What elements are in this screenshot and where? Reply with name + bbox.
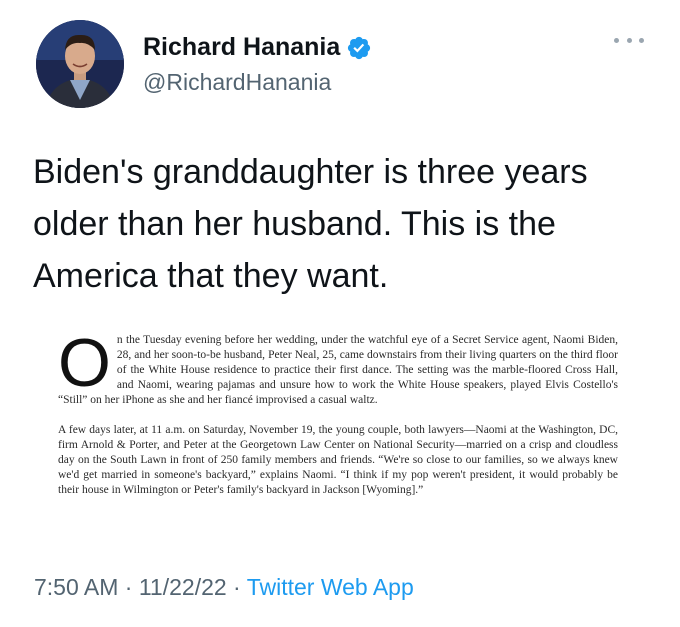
article-paragraph-1-text: n the Tuesday evening before her wedding… (58, 334, 618, 406)
tweet-date[interactable]: 11/22/22 (139, 574, 227, 600)
tweet-meta: 7:50 AM · 11/22/22 · Twitter Web App (34, 574, 414, 601)
more-dot-icon (626, 37, 632, 43)
verified-badge-icon (348, 36, 371, 59)
avatar[interactable] (36, 20, 124, 108)
article-dropcap: O (58, 325, 111, 401)
tweet-source-app[interactable]: Twitter Web App (247, 574, 414, 600)
more-options-icon[interactable] (614, 32, 644, 48)
tweet-time[interactable]: 7:50 AM (34, 574, 118, 600)
more-dot-icon (639, 37, 644, 43)
display-name[interactable]: Richard Hanania (143, 33, 340, 62)
user-handle[interactable]: @RichardHanania (143, 69, 331, 96)
article-image[interactable]: On the Tuesday evening before her weddin… (58, 325, 618, 513)
meta-separator: · (118, 574, 139, 600)
user-name-row[interactable]: Richard Hanania (143, 33, 372, 62)
meta-separator: · (226, 574, 247, 600)
tweet-text: Biden's granddaughter is three years old… (33, 153, 588, 295)
article-paragraph-1: On the Tuesday evening before her weddin… (58, 325, 618, 408)
avatar-image (36, 20, 124, 108)
article-paragraph-2: A few days later, at 11 a.m. on Saturday… (58, 424, 618, 496)
more-dot-icon (614, 37, 619, 43)
